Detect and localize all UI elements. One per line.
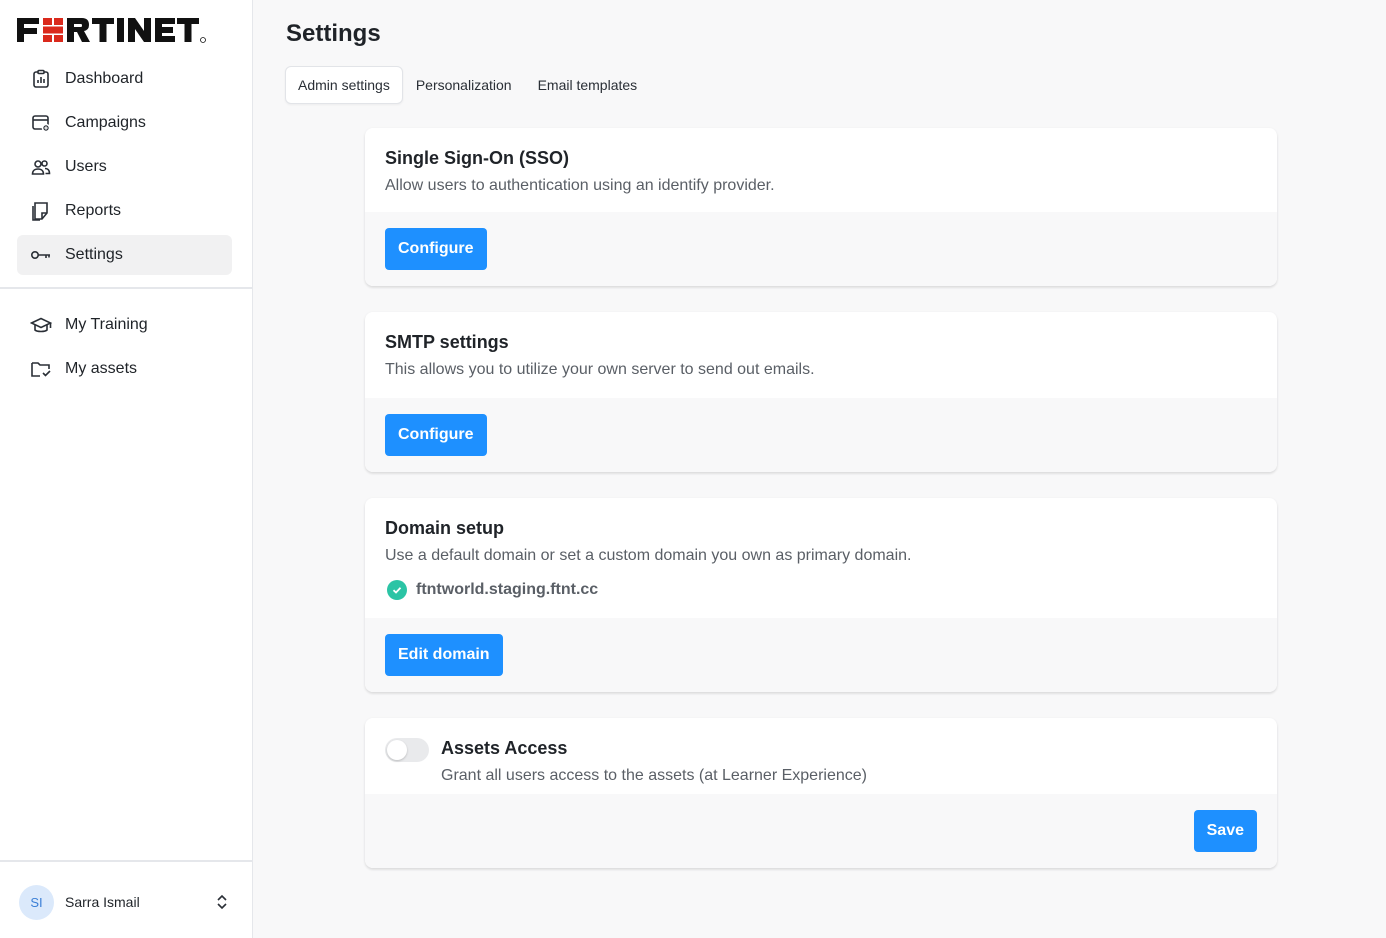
smtp-configure-button[interactable]: Configure xyxy=(385,414,487,456)
toggle-knob xyxy=(387,740,407,760)
sidebar-item-my-training[interactable]: My Training xyxy=(17,305,232,345)
sso-configure-button[interactable]: Configure xyxy=(385,228,487,270)
sidebar-item-my-assets[interactable]: My assets xyxy=(17,349,232,389)
user-menu[interactable]: SI Sarra Ismail xyxy=(19,884,234,920)
sidebar-item-label: Dashboard xyxy=(65,70,144,87)
chevron-up-down-icon[interactable] xyxy=(213,893,231,911)
main-nav: Dashboard Campaigns Users Reports Settin… xyxy=(17,59,232,279)
dashboard-icon xyxy=(30,68,52,90)
sidebar-item-label: My assets xyxy=(65,360,138,377)
user-name: Sarra Ismail xyxy=(65,894,140,910)
tab-admin-settings[interactable]: Admin settings xyxy=(285,66,403,104)
sso-description: Allow users to authentication using an i… xyxy=(385,177,775,194)
sidebar-item-settings[interactable]: Settings xyxy=(17,235,232,275)
campaigns-icon xyxy=(30,112,52,134)
sidebar-divider xyxy=(0,287,252,289)
sidebar-item-campaigns[interactable]: Campaigns xyxy=(17,103,232,143)
smtp-card: SMTP settings This allows you to utilize… xyxy=(365,312,1277,472)
sidebar-divider xyxy=(0,860,252,862)
sidebar-item-label: Settings xyxy=(65,246,123,263)
smtp-title: SMTP settings xyxy=(385,332,509,352)
save-button[interactable]: Save xyxy=(1193,810,1257,852)
tab-email-templates[interactable]: Email templates xyxy=(525,66,651,104)
domain-description: Use a default domain or set a custom dom… xyxy=(385,547,912,564)
users-icon xyxy=(30,156,52,178)
reports-icon xyxy=(30,200,52,222)
graduation-cap-icon xyxy=(30,314,52,336)
secondary-nav: My Training My assets xyxy=(17,305,232,393)
page-title: Settings xyxy=(286,20,381,47)
sso-title: Single Sign-On (SSO) xyxy=(385,148,569,168)
sidebar-item-users[interactable]: Users xyxy=(17,147,232,187)
assets-access-card: Assets Access Grant all users access to … xyxy=(365,718,1277,868)
sidebar-item-dashboard[interactable]: Dashboard xyxy=(17,59,232,99)
sidebar-item-label: Campaigns xyxy=(65,114,146,131)
folder-check-icon xyxy=(30,358,52,380)
fortinet-wordmark xyxy=(17,18,206,43)
settings-icon xyxy=(30,244,52,266)
assets-access-description: Grant all users access to the assets (at… xyxy=(441,767,867,784)
sidebar-item-reports[interactable]: Reports xyxy=(17,191,232,231)
tab-personalization[interactable]: Personalization xyxy=(403,66,525,104)
check-circle-icon xyxy=(387,580,407,600)
domain-footer: Edit domain xyxy=(365,618,1277,692)
domain-title: Domain setup xyxy=(385,518,505,538)
sidebar: Dashboard Campaigns Users Reports Settin… xyxy=(0,0,253,938)
sidebar-item-label: My Training xyxy=(65,316,148,333)
sidebar-item-label: Users xyxy=(65,158,107,175)
fortinet-logo[interactable] xyxy=(17,16,233,46)
assets-access-toggle[interactable] xyxy=(385,738,429,762)
edit-domain-button[interactable]: Edit domain xyxy=(385,634,503,676)
domain-status: ftntworld.staging.ftnt.cc xyxy=(385,580,1257,600)
assets-access-title: Assets Access xyxy=(441,738,568,758)
smtp-footer: Configure xyxy=(365,398,1277,472)
sso-card: Single Sign-On (SSO) Allow users to auth… xyxy=(365,128,1277,286)
domain-value: ftntworld.staging.ftnt.cc xyxy=(416,581,599,598)
sso-footer: Configure xyxy=(365,212,1277,286)
avatar: SI xyxy=(19,884,54,920)
domain-card: Domain setup Use a default domain or set… xyxy=(365,498,1277,692)
settings-tabs: Admin settings Personalization Email tem… xyxy=(285,66,650,104)
assets-access-footer: Save xyxy=(365,794,1277,868)
smtp-description: This allows you to utilize your own serv… xyxy=(385,361,815,378)
sidebar-item-label: Reports xyxy=(65,202,122,219)
